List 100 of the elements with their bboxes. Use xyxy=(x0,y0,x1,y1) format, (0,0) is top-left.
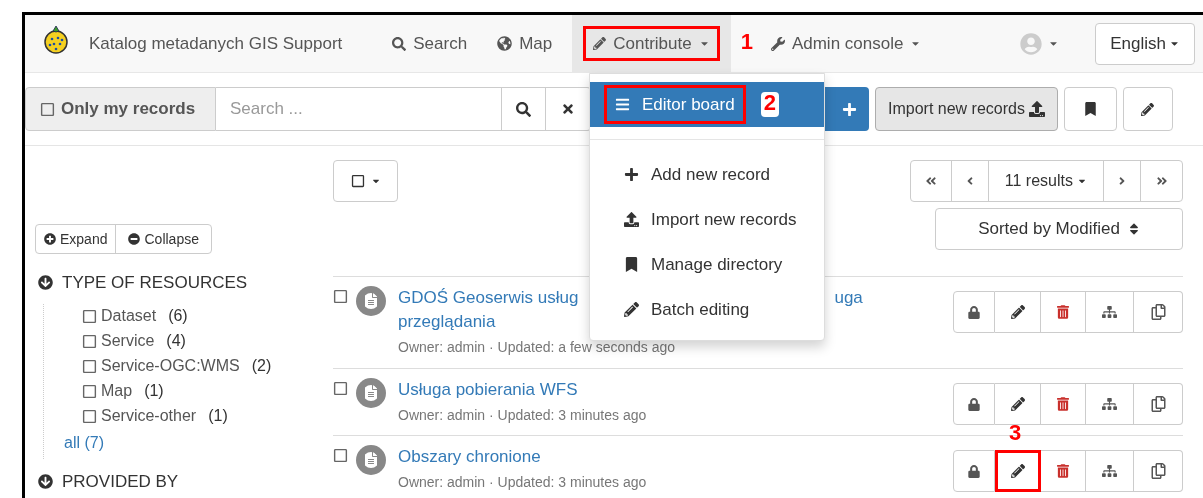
document-icon xyxy=(356,445,386,475)
record-title[interactable]: uga xyxy=(834,288,863,307)
checkbox[interactable] xyxy=(82,358,97,374)
nav-link[interactable]: Admin console xyxy=(760,15,932,72)
delete-button[interactable] xyxy=(1041,383,1086,425)
facet-count: (4) xyxy=(166,331,186,351)
lock-button[interactable] xyxy=(953,291,995,333)
search-icon xyxy=(516,101,531,117)
pencil-icon xyxy=(1010,464,1025,478)
checkbox[interactable] xyxy=(82,408,97,424)
checkbox[interactable] xyxy=(82,333,97,349)
delete-button[interactable] xyxy=(1041,291,1086,333)
checkbox[interactable] xyxy=(82,383,97,399)
trash-icon xyxy=(1057,305,1069,319)
pencil-icon xyxy=(1010,397,1025,411)
search-icon xyxy=(392,36,407,51)
lock-button[interactable] xyxy=(953,383,995,425)
menu-item[interactable]: Batch editing xyxy=(590,287,824,332)
duplicate-button[interactable] xyxy=(1134,383,1183,425)
edit-button[interactable] xyxy=(1122,87,1173,131)
sort-dropdown[interactable]: Sorted by Modified xyxy=(935,208,1183,250)
checkbox[interactable] xyxy=(333,289,348,304)
facet-option[interactable]: Map xyxy=(101,379,133,403)
nav-link[interactable]: Search xyxy=(382,15,478,72)
delete-button[interactable] xyxy=(1041,450,1086,492)
record-title[interactable]: Usługa pobierania WFS xyxy=(398,380,578,399)
wrench-icon xyxy=(770,36,785,51)
hierarchy-button[interactable] xyxy=(1086,383,1134,425)
sitemap-icon xyxy=(1102,397,1117,411)
document-icon xyxy=(356,378,386,408)
edit-button[interactable] xyxy=(995,450,1041,492)
plus-icon xyxy=(842,101,857,117)
edit-button[interactable] xyxy=(995,383,1041,425)
bookmark-icon xyxy=(1083,102,1097,116)
pencil-icon xyxy=(593,37,607,50)
annotation-number: 3 xyxy=(1009,420,1022,445)
annotation-number: 1 xyxy=(740,29,753,54)
search-field[interactable]: Search ... xyxy=(216,87,501,131)
site-title[interactable]: Katalog metadanych GIS Support xyxy=(89,30,343,57)
trash-icon xyxy=(1057,397,1069,411)
copy-icon xyxy=(1150,396,1166,412)
nav-link[interactable]: Map xyxy=(487,15,563,72)
facet-option[interactable]: Service xyxy=(101,329,155,353)
menu-item[interactable]: Add new record xyxy=(590,152,824,197)
facet-count: (2) xyxy=(251,356,272,376)
upload-icon xyxy=(1028,101,1045,117)
record-title[interactable]: przeglądania xyxy=(398,310,496,334)
lock-button[interactable] xyxy=(953,450,995,492)
checkbox[interactable] xyxy=(333,448,348,463)
record-meta: Owner: admin · Updated: 3 minutes ago xyxy=(398,406,648,425)
sitemap-icon xyxy=(1102,464,1117,478)
lock-icon xyxy=(968,464,980,478)
plus-icon xyxy=(624,167,639,182)
facet-header[interactable]: PROVIDED BY xyxy=(35,468,333,494)
menu-item[interactable]: Import new records xyxy=(590,197,824,242)
menu-icon xyxy=(615,97,630,112)
duplicate-button[interactable] xyxy=(1134,450,1183,492)
language-select[interactable]: English xyxy=(1095,22,1195,65)
clear-button[interactable] xyxy=(546,87,591,131)
checkbox[interactable] xyxy=(82,308,97,324)
double-right-icon xyxy=(1155,175,1168,187)
facet-count: (1) xyxy=(208,406,228,426)
pencil-icon xyxy=(624,302,639,317)
lock-icon xyxy=(968,305,980,319)
checkbox[interactable] xyxy=(40,101,55,117)
bookmark-button[interactable] xyxy=(1063,87,1117,131)
arrow-down-icon xyxy=(38,275,53,291)
facet-count: (6) xyxy=(168,306,188,326)
annotation-number: 2 xyxy=(763,89,776,115)
copy-icon xyxy=(1150,304,1166,320)
copy-icon xyxy=(1150,463,1166,479)
nav-link[interactable]: Contribute xyxy=(572,15,731,72)
checkbox[interactable] xyxy=(333,381,348,396)
menu-item[interactable]: Manage directory xyxy=(590,242,824,287)
hierarchy-button[interactable] xyxy=(1086,291,1134,333)
upload-icon xyxy=(624,212,639,227)
sort-icon xyxy=(1127,222,1140,236)
only-my-records-toggle[interactable]: Only my records xyxy=(25,87,216,131)
select-dropdown[interactable] xyxy=(333,160,398,202)
facet-option[interactable]: Service-other xyxy=(101,404,197,428)
record-title[interactable]: Obszary chronione xyxy=(398,447,541,466)
collapse-button[interactable]: Collapse xyxy=(116,225,211,253)
duplicate-button[interactable] xyxy=(1134,291,1183,333)
facet-option[interactable]: Dataset xyxy=(101,304,157,328)
edit-button[interactable] xyxy=(995,291,1041,333)
menu-item[interactable]: Editor board 2 xyxy=(590,82,824,127)
pencil-icon xyxy=(1141,102,1155,116)
search-button[interactable] xyxy=(501,87,546,131)
record-title[interactable]: GDOŚ Geoserwis usług xyxy=(398,288,579,307)
pencil-icon xyxy=(1010,305,1025,319)
facet-count: (1) xyxy=(144,381,164,401)
import-records-button[interactable]: Import new records xyxy=(875,87,1058,131)
facet-option[interactable]: Service-OGC:WMS xyxy=(101,354,240,378)
expand-button[interactable]: Expand xyxy=(36,225,117,253)
pineapple-logo xyxy=(41,24,71,55)
all-link[interactable]: all (7) xyxy=(64,428,333,459)
arrow-down-icon xyxy=(38,473,53,489)
facet-header[interactable]: TYPE OF RESOURCES xyxy=(35,270,333,296)
globe-icon xyxy=(497,36,513,51)
hierarchy-button[interactable] xyxy=(1086,450,1134,492)
